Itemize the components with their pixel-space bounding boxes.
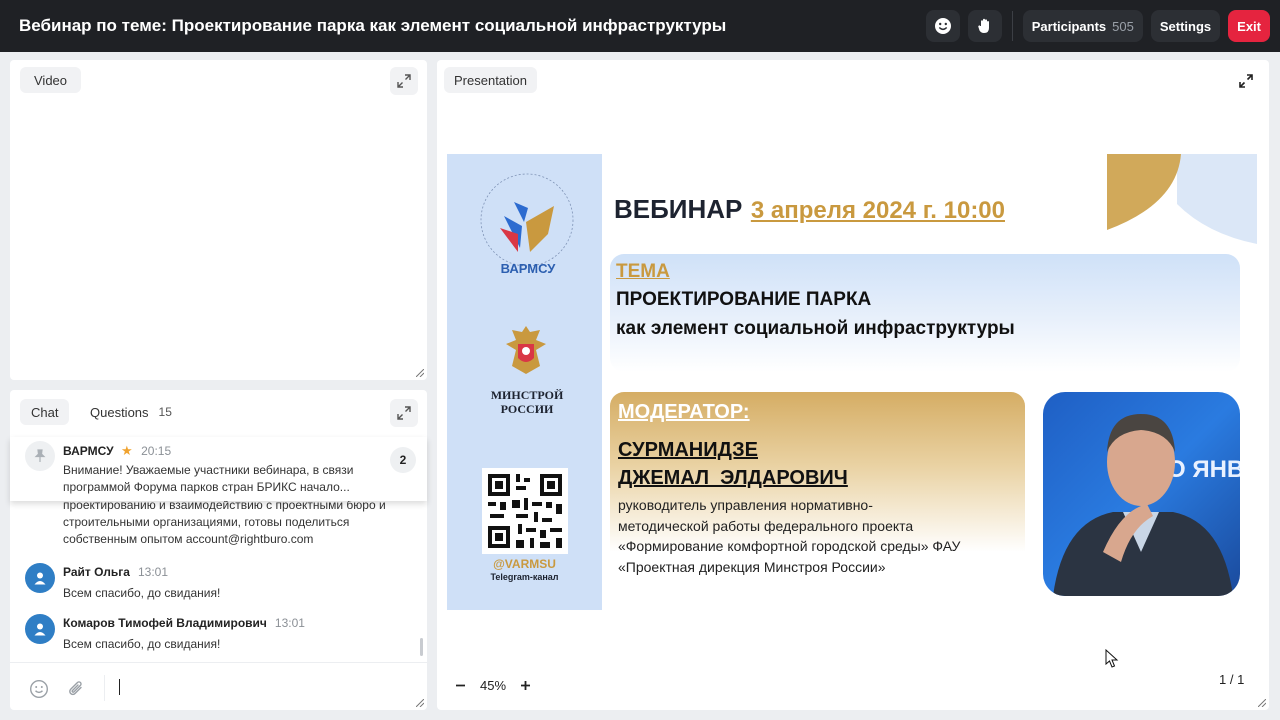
star-icon: ★ (121, 443, 133, 458)
slide-heading: ВЕБИНАР 3 апреля 2024 г. 10:00 (614, 194, 1005, 225)
moderator-surname: СУРМАНИДЗЕ (618, 439, 758, 461)
resize-handle[interactable] (1258, 699, 1266, 707)
video-expand-button[interactable] (390, 67, 418, 95)
page-indicator: 1 / 1 (1219, 672, 1245, 687)
resize-handle[interactable] (416, 369, 424, 377)
user-icon (34, 572, 46, 585)
exit-button[interactable]: Exit (1228, 10, 1270, 42)
topic-label: ТЕМА (616, 261, 670, 282)
chat-input-area (10, 662, 427, 710)
video-panel: Video (10, 60, 427, 380)
moderator-name: ДЖЕМАЛ ЭЛДАРОВИЧ (618, 467, 848, 489)
avatar (25, 563, 55, 593)
ministry-name-line2: РОССИИ (500, 402, 554, 416)
message-time: 13:01 (137, 565, 168, 579)
emoji-picker-icon[interactable] (29, 679, 49, 699)
expand-icon (397, 406, 411, 420)
presentation-expand-button[interactable] (1232, 67, 1260, 95)
participants-label: Participants (1031, 18, 1107, 34)
pinned-text: Внимание! Уважаемые участники вебинара, … (63, 462, 363, 496)
user-icon (34, 623, 46, 636)
moderator-label: МОДЕРАТОР: (618, 401, 750, 423)
divider (104, 675, 105, 701)
slide-sidebar: ВАРМСУ МИНСТРОЙ РОССИИ @VARMSU Telegram-… (447, 154, 602, 610)
zoom-level: 45% (480, 678, 507, 693)
message-continuation: проектированию и взаимодействию с проект… (63, 497, 418, 548)
resize-handle[interactable] (416, 699, 424, 707)
avatar (25, 614, 55, 644)
decorative-corner (1107, 154, 1257, 244)
plus-icon (520, 680, 530, 690)
chat-message-input[interactable] (110, 671, 410, 703)
message-author: ВАРМСУ (63, 444, 114, 458)
moderator-role: руководитель управления нормативно- мето… (618, 495, 960, 577)
org-name: ВАРМСУ (500, 261, 556, 276)
zoom-in-button[interactable] (515, 675, 535, 695)
presentation-slide: ВАРМСУ МИНСТРОЙ РОССИИ @VARMSU Telegram-… (447, 154, 1257, 610)
message-text: Внимание! Уважаемые участники вебинара, … (63, 463, 354, 477)
presentation-label: Presentation (444, 67, 537, 93)
message-author: Райт Ольга (63, 565, 130, 579)
video-label: Video (20, 67, 82, 93)
tab-chat[interactable]: Chat (20, 399, 70, 425)
emoji-reaction-button[interactable] (925, 10, 960, 42)
message-author: Комаров Тимофей Владимирович (63, 616, 267, 630)
message-time: 20:15 (141, 444, 172, 458)
message-text: строительными организациями, готовы поде… (63, 515, 350, 529)
pinned-header: ВАРМСУ ★ 20:15 (63, 442, 171, 460)
questions-label: Questions (90, 404, 149, 420)
list-item: Комаров Тимофей Владимирович 13:01 Всем с… (63, 614, 418, 653)
chat-expand-button[interactable] (390, 399, 418, 427)
telegram-handle: @VARMSU (493, 557, 556, 571)
qr-code (482, 468, 568, 554)
list-item: Райт Ольга 13:01 Всем спасибо, до свидани… (63, 563, 418, 602)
expand-icon (1239, 74, 1253, 88)
person-silhouette (1053, 414, 1233, 596)
role-line: методической работы федерального проекта (618, 517, 914, 534)
ministry-emblem-icon (506, 326, 546, 374)
webinar-word: ВЕБИНАР (614, 194, 743, 224)
topic-box (610, 254, 1240, 372)
pin-icon (34, 449, 46, 462)
questions-count: 15 (158, 405, 172, 419)
moderator-photo: О ЯНВ (1043, 392, 1240, 596)
topic-line1: ПРОЕКТИРОВАНИЕ ПАРКА (616, 289, 872, 310)
raise-hand-button[interactable] (967, 10, 1002, 42)
webinar-date: 3 апреля 2024 г. 10:00 (750, 197, 1005, 224)
chat-scrollbar[interactable] (420, 638, 423, 656)
paperclip-icon[interactable] (66, 679, 86, 699)
settings-button[interactable]: Settings (1150, 10, 1221, 42)
message-text: программой Форума парков стран БРИКС нач… (63, 480, 350, 494)
pinned-message[interactable]: ВАРМСУ ★ 20:15 Внимание! Уважаемые участ… (10, 437, 427, 501)
pinned-count-badge[interactable]: 2 (390, 447, 416, 473)
role-line: руководитель управления нормативно- (618, 497, 873, 513)
mouse-cursor-icon (1105, 649, 1119, 668)
divider (1011, 11, 1013, 41)
participants-button[interactable]: Participants 505 (1022, 10, 1143, 42)
varmsu-logo (480, 173, 574, 267)
zoom-out-button[interactable] (450, 675, 470, 695)
hand-icon (978, 18, 989, 33)
message-text: Всем спасибо, до свидания! (63, 637, 221, 651)
role-line: «Проектная дирекция Минстроя России» (618, 558, 886, 575)
topic-line2: как элемент социальной инфраструктуры (616, 318, 1015, 339)
top-bar: Вебинар по теме: Проектирование парка ка… (0, 0, 1280, 52)
expand-icon (397, 74, 411, 88)
top-bar-actions: Participants 505 Settings Exit (925, 10, 1270, 42)
ministry-name-line1: МИНСТРОЙ (490, 388, 564, 402)
telegram-caption: Telegram-канал (490, 572, 559, 582)
text-cursor (119, 679, 120, 695)
participants-count: 505 (1112, 18, 1134, 34)
message-time: 13:01 (274, 616, 305, 630)
role-line: «Формирование комфортной городской среды… (618, 538, 961, 554)
minus-icon (455, 684, 465, 686)
message-text: Всем спасибо, до свидания! (63, 586, 221, 600)
smile-icon (934, 18, 951, 34)
avatar (25, 441, 55, 471)
tab-questions[interactable]: Questions 15 (90, 399, 172, 425)
message-text: собственным опытом account@rightburo.com (63, 532, 314, 546)
webinar-title: Вебинар по теме: Проектирование парка ка… (19, 16, 727, 35)
